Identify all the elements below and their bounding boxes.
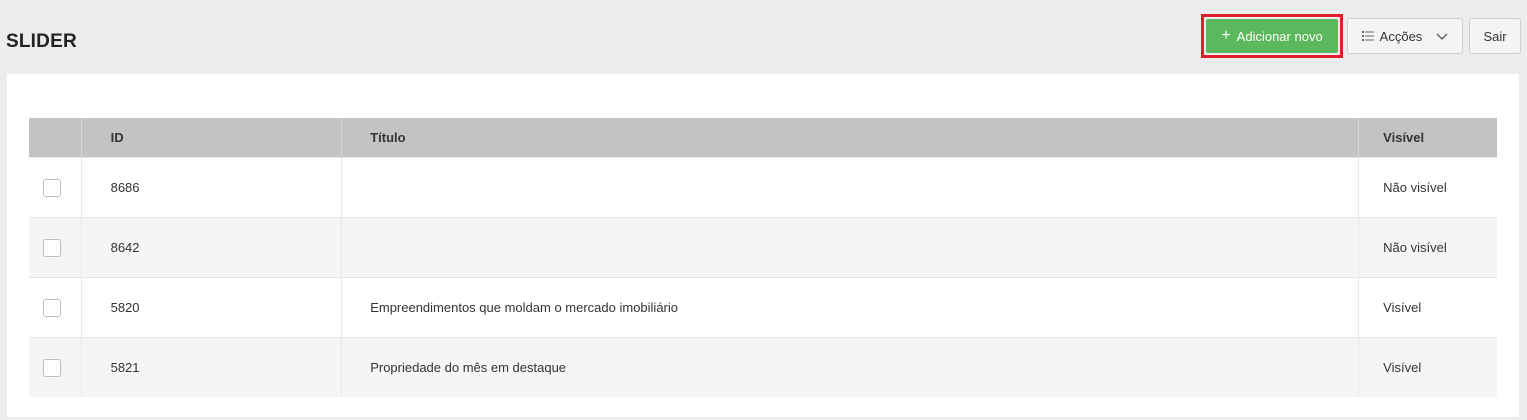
row-checkbox[interactable]: [43, 178, 61, 197]
actions-label: Acções: [1379, 28, 1423, 44]
content-panel: ID Título Visível 8686 Não visível 8642 …: [7, 74, 1519, 417]
chevron-down-icon: [1436, 33, 1448, 40]
row-select-cell: [29, 277, 82, 338]
row-id: 8686: [81, 157, 343, 218]
add-new-label: Adicionar novo: [1236, 28, 1323, 44]
table-header-row: ID Título Visível: [29, 118, 1497, 158]
actions-dropdown-button[interactable]: Acções: [1347, 18, 1463, 54]
row-select-cell: [29, 217, 82, 278]
table-row[interactable]: 5821 Propriedade do mês em destaque Visí…: [29, 337, 1497, 397]
row-select-cell: [29, 337, 82, 397]
row-select-cell: [29, 157, 82, 218]
add-new-button[interactable]: + Adicionar novo: [1206, 19, 1338, 53]
row-visibility: Visível: [1358, 337, 1497, 397]
exit-button[interactable]: Sair: [1469, 18, 1521, 54]
row-id: 5820: [81, 277, 343, 338]
row-title: [341, 157, 1360, 218]
table-row[interactable]: 8686 Não visível: [29, 157, 1497, 218]
plus-icon: +: [1221, 26, 1231, 44]
list-icon: [1361, 31, 1374, 41]
row-visibility: Visível: [1358, 277, 1497, 338]
column-header-id[interactable]: ID: [81, 118, 343, 158]
table-row[interactable]: 5820 Empreendimentos que moldam o mercad…: [29, 277, 1497, 338]
row-checkbox[interactable]: [43, 298, 61, 317]
row-title: Empreendimentos que moldam o mercado imo…: [341, 277, 1360, 338]
row-checkbox[interactable]: [43, 238, 61, 257]
column-header-title[interactable]: Título: [341, 118, 1360, 158]
row-id: 8642: [81, 217, 343, 278]
slider-table: ID Título Visível 8686 Não visível 8642 …: [29, 118, 1497, 397]
row-title: [341, 217, 1360, 278]
column-header-visible[interactable]: Visível: [1358, 118, 1497, 158]
row-title: Propriedade do mês em destaque: [341, 337, 1360, 397]
page-title: SLIDER: [6, 31, 77, 52]
row-visibility: Não visível: [1358, 157, 1497, 218]
column-header-select: [29, 118, 82, 158]
row-checkbox[interactable]: [43, 358, 61, 377]
row-id: 5821: [81, 337, 343, 397]
table-row[interactable]: 8642 Não visível: [29, 217, 1497, 278]
row-visibility: Não visível: [1358, 217, 1497, 278]
